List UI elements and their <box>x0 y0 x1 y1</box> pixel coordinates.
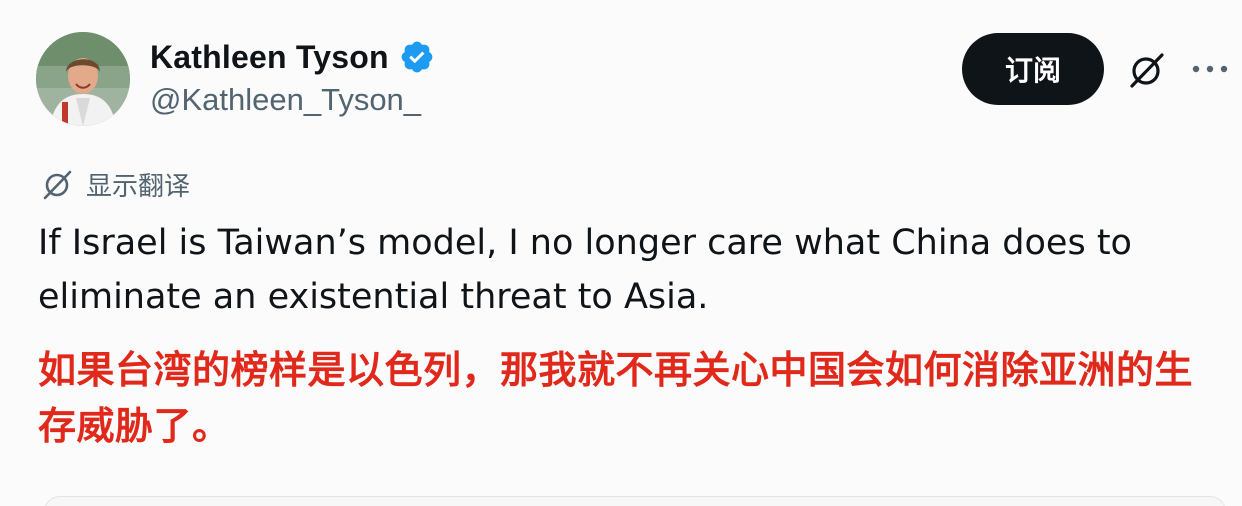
show-translation-link[interactable]: 显示翻译 <box>40 165 190 203</box>
grok-slash-icon <box>1130 53 1164 88</box>
chinese-translation-caption: 如果台湾的榜样是以色列，那我就不再关心中国会如何消除亚洲的生存威胁了。 <box>38 348 1194 448</box>
more-dots-icon <box>1192 65 1228 73</box>
show-translation-label[interactable]: 显示翻译 <box>86 166 190 203</box>
more-options-button[interactable] <box>1190 54 1230 84</box>
author-name-row[interactable]: Kathleen Tyson <box>150 36 435 78</box>
avatar[interactable] <box>36 32 130 126</box>
author-handle[interactable]: @Kathleen_Tyson_ <box>150 82 421 118</box>
grok-button[interactable] <box>1124 50 1168 90</box>
display-name[interactable]: Kathleen Tyson <box>150 39 389 76</box>
subscribe-button[interactable]: 订阅 <box>962 33 1104 105</box>
translate-icon <box>43 170 72 200</box>
verified-badge-icon <box>401 41 433 73</box>
tweet-text: If Israel is Taiwan’s model, I no longer… <box>38 223 1132 317</box>
avatar-photo <box>36 32 130 126</box>
tweet-card: Kathleen Tyson @Kathleen_Tyson_ 订阅 显示翻译 … <box>0 0 1242 506</box>
embedded-card-edge <box>44 496 1226 506</box>
